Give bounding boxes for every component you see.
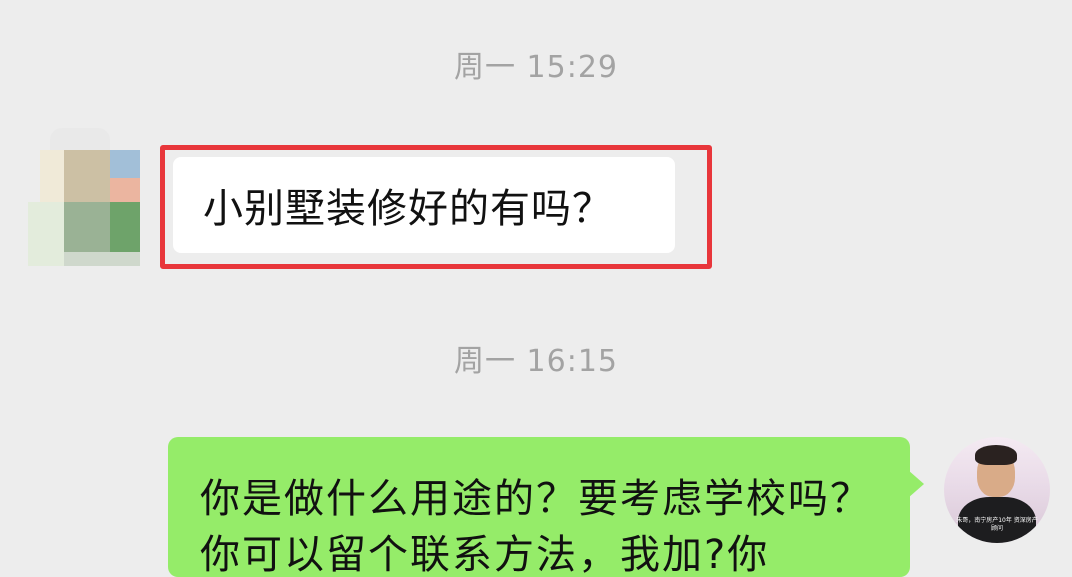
- avatar-caption: 朱哥，南宁房产10年 资深房产顾问: [956, 517, 1038, 532]
- avatar[interactable]: [28, 128, 140, 266]
- timestamp: 周一 16:15: [454, 344, 618, 379]
- timestamp: 周一 15:29: [454, 50, 618, 85]
- message-text: 你是做什么用途的？要考虑学校吗？你可以留个联系方法，我加?你: [200, 476, 872, 577]
- outgoing-message-bubble[interactable]: 你是做什么用途的？要考虑学校吗？你可以留个联系方法，我加?你: [168, 437, 910, 577]
- avatar[interactable]: 朱哥，南宁房产10年 资深房产顾问: [944, 437, 1050, 543]
- bubble-tail: [908, 470, 924, 498]
- highlight-box: [160, 145, 712, 269]
